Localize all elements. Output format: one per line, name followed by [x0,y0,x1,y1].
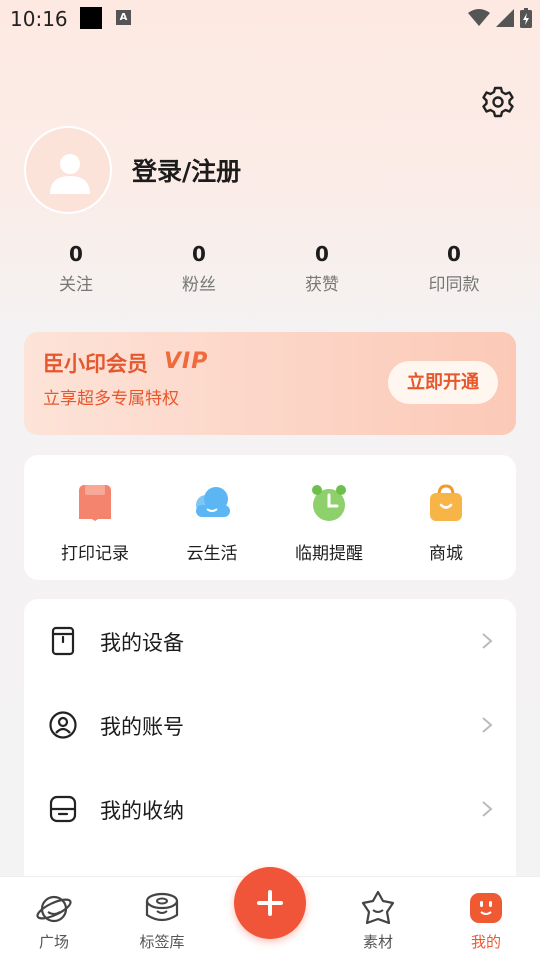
stat-value: 0 [69,242,83,266]
vip-subtitle: 立享超多专属特权 [43,389,179,409]
tab-mine[interactable]: 我的 [441,889,531,952]
stat-likes[interactable]: 0 获赞 [267,240,377,295]
settings-gear-icon[interactable] [480,84,516,120]
tool-label: 临期提醒 [295,544,363,564]
stat-following[interactable]: 0 关注 [21,240,131,295]
print-record-icon [79,485,111,521]
default-user-icon [50,154,90,194]
tab-materials[interactable]: 素材 [333,889,423,952]
vip-banner[interactable]: 臣小印会员 VIP 立享超多专属特权 立即开通 [24,332,516,435]
tab-label-library[interactable]: 标签库 [117,889,207,952]
login-register-link[interactable]: 登录/注册 [132,152,241,188]
star-face-icon [361,890,395,925]
me-face-icon [470,893,502,923]
stat-value: 0 [315,242,329,266]
tool-label: 商城 [429,544,463,564]
stat-label: 获赞 [305,275,339,295]
chevron-right-icon [482,801,493,817]
menu-label: 我的账号 [100,715,184,739]
chevron-right-icon [482,717,493,733]
menu-item-my-storage[interactable]: 我的收纳 [24,767,516,851]
vip-badge: VIP [164,349,209,374]
storage-icon [49,795,77,823]
cloud-icon [196,487,230,517]
signal-icon [496,9,514,27]
tab-label: 我的 [470,933,501,951]
alarm-clock-icon [312,485,346,521]
tab-label: 标签库 [139,933,185,951]
status-bar: 10:16 A [0,0,540,38]
notification-letter-icon: A [116,10,131,25]
tab-label: 广场 [38,933,69,951]
wifi-icon [468,9,490,26]
avatar[interactable] [24,126,112,214]
device-icon [51,626,75,656]
notification-square-icon [80,7,102,29]
menu-item-my-devices[interactable]: 我的设备 [24,599,516,683]
shopping-bag-icon [430,484,462,521]
tool-expiry-reminder[interactable]: 临期提醒 [279,481,379,564]
tool-cloud-life[interactable]: 云生活 [162,481,262,564]
status-time: 10:16 [10,7,68,31]
tab-label: 素材 [362,933,393,951]
stat-label: 粉丝 [182,275,216,295]
stat-same-prints[interactable]: 0 印同款 [399,240,509,295]
tool-label: 打印记录 [61,544,129,564]
stat-label: 关注 [59,275,93,295]
menu-label: 我的设备 [100,631,184,655]
battery-icon [520,8,532,28]
stat-followers[interactable]: 0 粉丝 [144,240,254,295]
menu-item-my-account[interactable]: 我的账号 [24,683,516,767]
menu-label: 我的收纳 [100,799,184,823]
label-tape-icon [145,892,179,922]
tool-label: 云生活 [186,544,238,564]
account-icon [49,711,77,739]
tools-card: 打印记录 云生活 临期提醒 商城 [24,455,516,580]
vip-title: 臣小印会员 [43,352,148,376]
tab-square[interactable]: 广场 [9,889,99,952]
status-indicators [468,8,532,28]
plus-icon [257,890,283,916]
profile-stats: 0 关注 0 粉丝 0 获赞 0 印同款 [0,240,540,300]
chevron-right-icon [482,633,493,649]
stat-value: 0 [447,242,461,266]
stat-value: 0 [192,242,206,266]
tool-mall[interactable]: 商城 [396,481,496,564]
vip-activate-button[interactable]: 立即开通 [388,361,498,404]
stat-label: 印同款 [428,275,480,295]
tool-print-record[interactable]: 打印记录 [45,481,145,564]
create-fab-button[interactable] [234,867,306,939]
planet-icon [36,895,72,923]
